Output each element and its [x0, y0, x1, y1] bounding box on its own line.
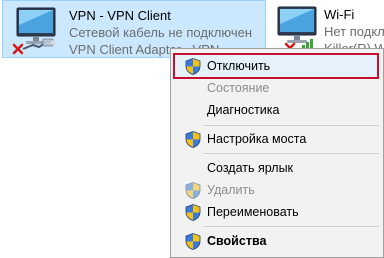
menu-item-disconnect[interactable]: Отключить — [171, 55, 383, 77]
menu-item-label: Отключить — [207, 59, 271, 73]
menu-item-label: Диагностика — [207, 103, 280, 117]
menu-item-create-shortcut[interactable]: Создать ярлык — [171, 157, 383, 179]
menu-item-delete[interactable]: Удалить — [171, 179, 383, 201]
menu-item-label: Создать ярлык — [207, 161, 294, 175]
uac-shield-icon — [185, 182, 201, 199]
uac-shield-icon — [185, 58, 201, 75]
menu-item-bridge[interactable]: Настройка моста — [171, 128, 383, 150]
menu-item-label: Настройка моста — [207, 132, 307, 146]
menu-item-label: Переименовать — [207, 205, 299, 219]
menu-item-label: Состояние — [207, 81, 270, 95]
menu-item-label: Удалить — [207, 183, 255, 197]
network-adapter-disconnected-icon — [12, 5, 56, 55]
menu-separator — [203, 226, 379, 227]
adapter-name: Wi-Fi — [324, 7, 355, 22]
menu-item-diagnostics[interactable]: Диагностика — [171, 99, 383, 121]
menu-item-status[interactable]: Состояние — [171, 77, 383, 99]
uac-shield-icon — [185, 204, 201, 221]
adapter-status: Сетевой кабель не подключен — [69, 25, 253, 40]
adapter-status: Нет подключ — [324, 24, 384, 39]
menu-separator — [203, 125, 379, 126]
menu-item-label: Свойства — [207, 234, 267, 248]
uac-shield-icon — [185, 131, 201, 148]
context-menu: Отключить Состояние Диагностика Настройк… — [170, 48, 384, 258]
menu-separator — [203, 153, 379, 154]
menu-item-rename[interactable]: Переименовать — [171, 201, 383, 223]
menu-item-properties[interactable]: Свойства — [171, 230, 383, 252]
adapter-name: VPN - VPN Client — [69, 8, 171, 23]
uac-shield-icon — [185, 233, 201, 250]
